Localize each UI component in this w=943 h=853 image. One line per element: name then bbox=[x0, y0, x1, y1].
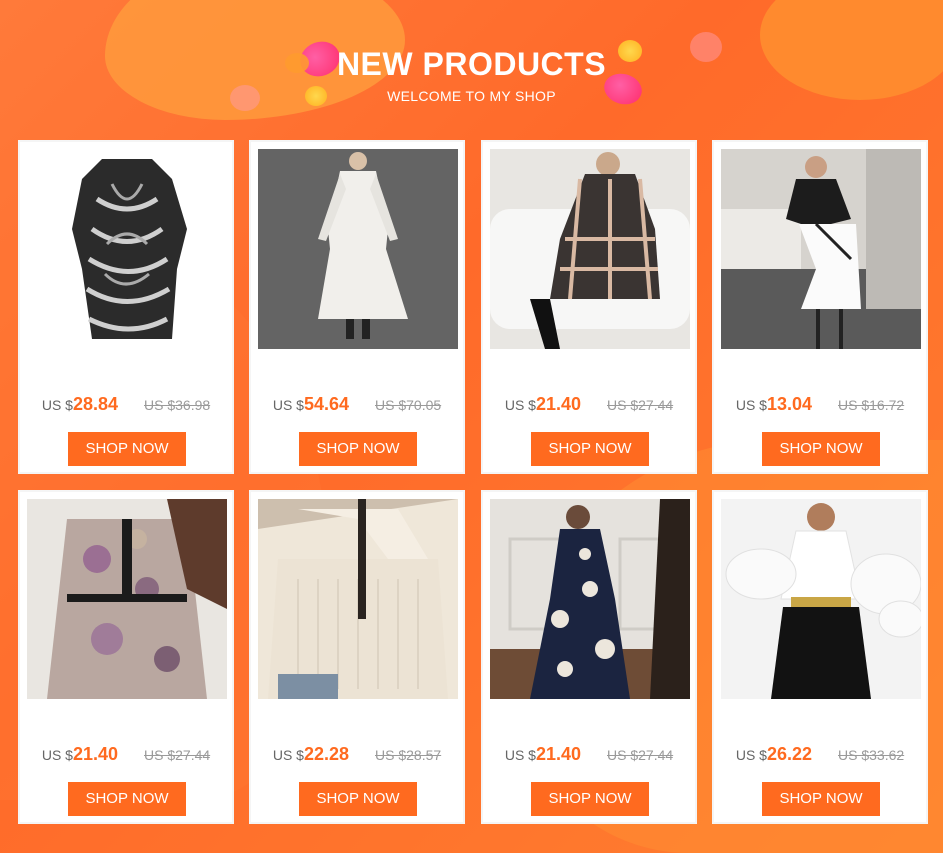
sale-price: US $26.22 bbox=[735, 744, 812, 764]
shop-now-button[interactable]: SHOP NOW bbox=[531, 782, 649, 816]
sale-price: US $21.40 bbox=[504, 394, 581, 414]
product-card[interactable]: US $13.04 US $16.72 SHOP NOW bbox=[712, 140, 928, 474]
product-image[interactable] bbox=[721, 149, 921, 349]
original-price: US $16.72 bbox=[838, 397, 905, 413]
shop-now-button[interactable]: SHOP NOW bbox=[762, 782, 880, 816]
product-card[interactable]: US $54.64 US $70.05 SHOP NOW bbox=[249, 140, 465, 474]
original-price: US $27.44 bbox=[607, 397, 674, 413]
product-image[interactable] bbox=[490, 149, 690, 349]
sale-price: US $21.40 bbox=[504, 744, 581, 764]
product-card[interactable]: US $21.40 US $27.44 SHOP NOW bbox=[481, 140, 697, 474]
original-price: US $36.98 bbox=[144, 397, 211, 413]
original-price: US $27.44 bbox=[607, 747, 674, 763]
shop-now-button[interactable]: SHOP NOW bbox=[68, 432, 186, 466]
sale-price: US $13.04 bbox=[735, 394, 812, 414]
product-image[interactable] bbox=[490, 499, 690, 699]
product-card[interactable]: US $22.28 US $28.57 SHOP NOW bbox=[249, 490, 465, 824]
original-price: US $28.57 bbox=[375, 747, 442, 763]
product-card[interactable]: US $28.84 US $36.98 SHOP NOW bbox=[18, 140, 234, 474]
sale-price: US $28.84 bbox=[41, 394, 118, 414]
shop-now-button[interactable]: SHOP NOW bbox=[762, 432, 880, 466]
shop-now-button[interactable]: SHOP NOW bbox=[531, 432, 649, 466]
sale-price: US $54.64 bbox=[272, 394, 349, 414]
page-subtitle: WELCOME TO MY SHOP bbox=[387, 88, 556, 104]
shop-now-button[interactable]: SHOP NOW bbox=[68, 782, 186, 816]
product-image[interactable] bbox=[258, 499, 458, 699]
product-image[interactable] bbox=[27, 149, 227, 349]
page-title: NEW PRODUCTS bbox=[336, 46, 607, 82]
product-image[interactable] bbox=[258, 149, 458, 349]
original-price: US $70.05 bbox=[375, 397, 442, 413]
product-card[interactable]: US $21.40 US $27.44 SHOP NOW bbox=[481, 490, 697, 824]
original-price: US $27.44 bbox=[144, 747, 211, 763]
product-image[interactable] bbox=[721, 499, 921, 699]
product-card[interactable]: US $26.22 US $33.62 SHOP NOW bbox=[712, 490, 928, 824]
original-price: US $33.62 bbox=[838, 747, 905, 763]
shop-now-button[interactable]: SHOP NOW bbox=[299, 432, 417, 466]
sale-price: US $22.28 bbox=[272, 744, 349, 764]
shop-now-button[interactable]: SHOP NOW bbox=[299, 782, 417, 816]
sale-price: US $21.40 bbox=[41, 744, 118, 764]
section-header: NEW PRODUCTS WELCOME TO MY SHOP bbox=[0, 44, 943, 104]
product-card[interactable]: US $21.40 US $27.44 SHOP NOW bbox=[18, 490, 234, 824]
product-image[interactable] bbox=[27, 499, 227, 699]
